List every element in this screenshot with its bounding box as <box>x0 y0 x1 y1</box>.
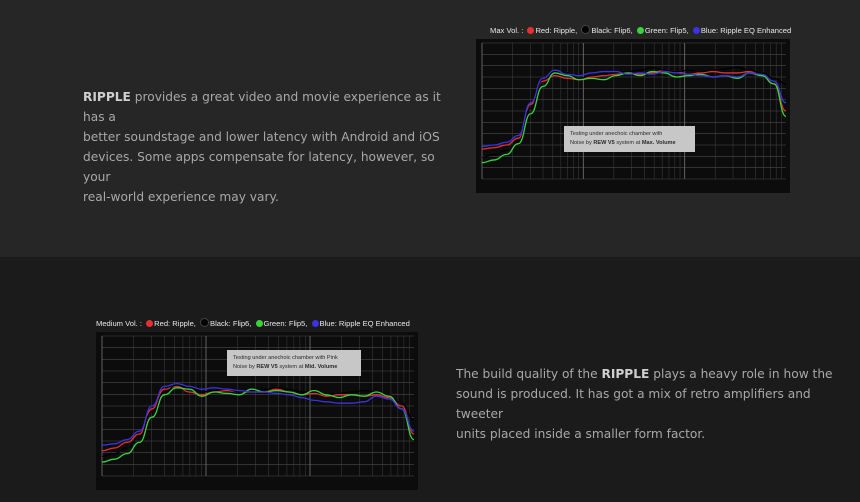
section2-line-2: sound is produced. It has got a mix of r… <box>456 387 811 421</box>
legend-swatch <box>527 27 535 34</box>
frequency-response-chart-max-volume: Max Vol. : Red: Ripple, Black: Flip6, Gr… <box>476 25 794 195</box>
section1-line-2: better soundstage and lower latency with… <box>83 130 440 144</box>
note-text: Noise by <box>570 140 594 146</box>
section1-line-1: RIPPLE provides a great video and movie … <box>83 87 443 127</box>
legend-label: Green: Flip5, <box>263 319 310 328</box>
note-line-2: Noise by REW V5 system at Max. Volume <box>570 139 689 148</box>
legend-swatch <box>692 27 700 34</box>
line-text: provides a great video and movie experie… <box>83 90 441 124</box>
legend-swatch <box>636 27 644 34</box>
legend-swatch <box>146 320 154 327</box>
legend-label: Red: Ripple, <box>154 319 199 328</box>
chart-legend: Max Vol. : Red: Ripple, Black: Flip6, Gr… <box>490 25 791 35</box>
chart-legend: Medium Vol. : Red: Ripple, Black: Flip6,… <box>96 318 410 328</box>
legend-label: Red: Ripple, <box>535 26 580 35</box>
note-text: system at <box>277 364 305 370</box>
note-text: Max. Volume <box>641 140 676 146</box>
line-text: The build quality of the <box>456 367 602 381</box>
chart-note: Testing under anechoic chamber with Noise… <box>564 126 695 152</box>
legend-swatch <box>200 318 210 327</box>
section1-paragraph: RIPPLE provides a great video and movie … <box>83 87 443 207</box>
legend-title: Medium Vol. : <box>96 319 145 328</box>
note-line-2: Noise by REW V5 system at Mid. Volume <box>233 363 355 372</box>
note-text: Mid. Volume <box>304 364 338 370</box>
section1-line-3: devices. Some apps compensate for latenc… <box>83 150 435 184</box>
note-text: system at <box>614 140 642 146</box>
legend-swatch <box>581 25 591 34</box>
legend-label: Black: Flip6, <box>591 26 635 35</box>
section1-line-4: real-world experience may vary. <box>83 190 279 204</box>
section2-line-3: units placed inside a smaller form facto… <box>456 427 706 441</box>
chart-plot-area <box>476 39 790 193</box>
brand-name: RIPPLE <box>601 367 650 381</box>
section2-line-1: The build quality of the RIPPLE plays a … <box>456 364 846 384</box>
line-text: plays a heavy role in how the <box>649 367 833 381</box>
legend-label: Blue: Ripple EQ Enhanced <box>700 26 792 35</box>
note-text: REW V5 <box>256 364 278 370</box>
brand-name: RIPPLE <box>83 90 131 104</box>
legend-label: Green: Flip5, <box>644 26 691 35</box>
note-text: REW V5 <box>593 140 615 146</box>
series-line-green <box>101 387 415 463</box>
note-line-1: Testing under anechoic chamber with <box>570 131 663 137</box>
legend-title: Max Vol. : <box>490 26 526 35</box>
legend-label: Blue: Ripple EQ Enhanced <box>319 319 410 328</box>
chart-note: Testing under anechoic chamber with Pink… <box>227 350 361 376</box>
legend-swatch <box>311 320 319 327</box>
frequency-response-chart-mid-volume: Medium Vol. : Red: Ripple, Black: Flip6,… <box>96 318 422 490</box>
note-line-1: Testing under anechoic chamber with Pink <box>233 355 338 361</box>
section2-paragraph: The build quality of the RIPPLE plays a … <box>456 364 846 444</box>
note-text: Noise by <box>233 364 257 370</box>
legend-swatch <box>255 320 263 327</box>
legend-label: Black: Flip6, <box>210 319 254 328</box>
chart-svg <box>481 42 787 180</box>
